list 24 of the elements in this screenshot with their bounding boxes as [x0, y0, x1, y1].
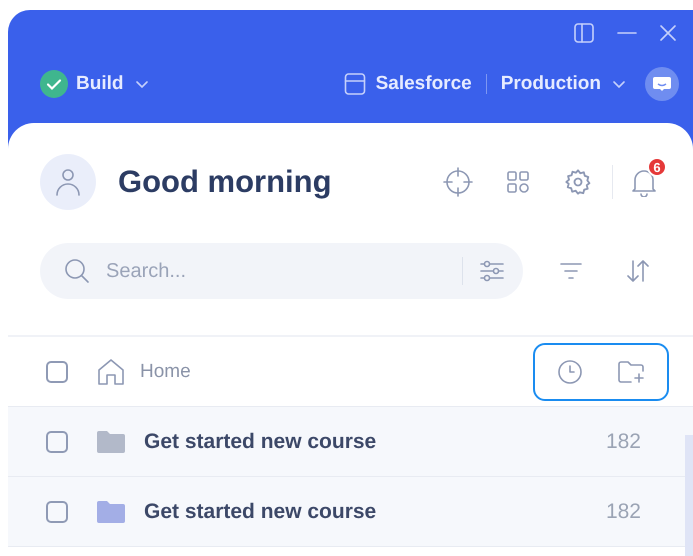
system-label: Salesforce — [376, 73, 472, 95]
window-icon — [344, 72, 366, 96]
scrollbar[interactable] — [685, 435, 693, 556]
check-circle-icon — [40, 70, 68, 98]
search-bar[interactable]: Search... — [40, 243, 523, 299]
checkbox[interactable] — [46, 500, 68, 522]
home-icon[interactable] — [96, 356, 126, 386]
sidebar-toggle-icon[interactable] — [573, 22, 595, 44]
search-icon — [64, 258, 90, 284]
breadcrumb-home[interactable]: Home — [140, 360, 533, 382]
status-label[interactable]: Build — [76, 73, 124, 95]
checkbox[interactable] — [46, 430, 68, 452]
environment-label[interactable]: Production — [500, 73, 601, 95]
item-count: 182 — [606, 500, 641, 524]
checkbox[interactable] — [46, 360, 68, 382]
item-count: 182 — [606, 430, 641, 454]
chat-icon — [652, 76, 672, 92]
close-icon[interactable] — [659, 24, 677, 42]
folder-name[interactable]: Get started new course — [144, 500, 606, 524]
greeting-title: Good morning — [118, 164, 333, 200]
notification-badge: 6 — [647, 157, 667, 177]
chat-button[interactable] — [645, 67, 679, 101]
folder-name[interactable]: Get started new course — [144, 430, 606, 454]
search-field[interactable]: Search... — [104, 258, 462, 284]
